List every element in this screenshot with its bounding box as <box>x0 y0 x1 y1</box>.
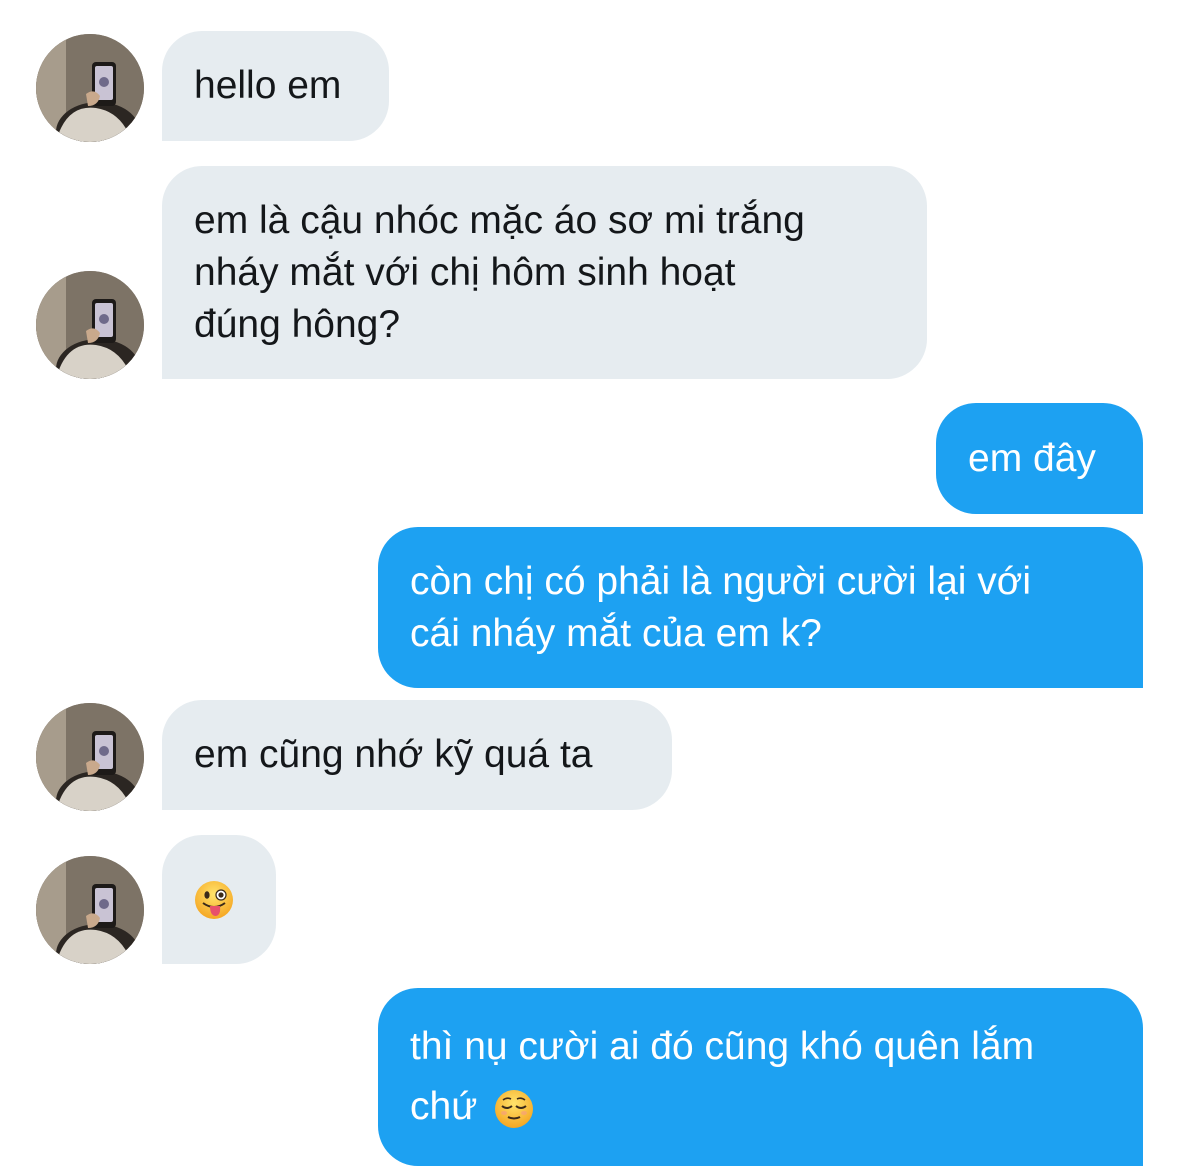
message-text: nháy mắt với chị hôm sinh hoạt <box>194 250 736 294</box>
incoming-message-bubble: em cũng nhớ kỹ quá ta <box>162 700 672 810</box>
incoming-message-bubble: em là cậu nhóc mặc áo sơ mi trắng nháy m… <box>162 166 927 379</box>
message-text: chứ <box>410 1085 478 1128</box>
outgoing-message-bubble: thì nụ cười ai đó cũng khó quên lắm chứ <box>378 988 1143 1166</box>
outgoing-message-bubble: em đây <box>936 403 1143 514</box>
message-text: em cũng nhớ kỹ quá ta <box>194 733 593 776</box>
message-text: cái nháy mắt của em k? <box>410 611 822 655</box>
message-thread: hello em em là cậu nhóc mặc áo sơ mi trắ… <box>0 0 1179 1174</box>
message-text: thì nụ cười ai đó cũng khó quên lắm <box>410 1025 1035 1068</box>
incoming-message-bubble <box>162 835 276 964</box>
sender-avatar[interactable] <box>36 34 144 142</box>
message-text: đúng hông? <box>194 302 401 346</box>
relieved-face-icon <box>494 1089 534 1129</box>
message-text: em đây <box>968 436 1096 480</box>
message-text: em là cậu nhóc mặc áo sơ mi trắng <box>194 198 805 242</box>
incoming-message-bubble: hello em <box>162 31 389 141</box>
message-text: còn chị có phải là người cười lại với <box>410 559 1032 603</box>
sender-avatar[interactable] <box>36 271 144 379</box>
sender-avatar[interactable] <box>36 703 144 811</box>
message-text: hello em <box>194 64 342 107</box>
sender-avatar[interactable] <box>36 856 144 964</box>
outgoing-message-bubble: còn chị có phải là người cười lại với cá… <box>378 527 1143 688</box>
winking-face-with-tongue-icon <box>194 880 234 920</box>
message-line-with-emoji: chứ <box>410 1081 1111 1133</box>
